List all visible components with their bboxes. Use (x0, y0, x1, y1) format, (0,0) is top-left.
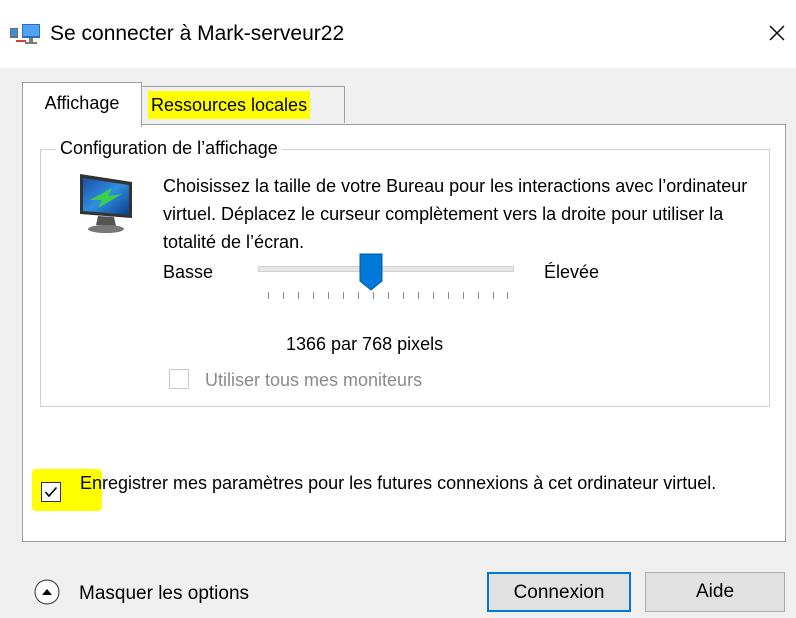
hide-options-toggle[interactable] (34, 579, 60, 605)
all-monitors-checkbox[interactable] (169, 369, 189, 389)
resolution-label: 1366 par 768 pixels (286, 334, 444, 354)
hide-options-label[interactable]: Masquer les options (79, 580, 249, 608)
connect-button[interactable]: Connexion (487, 572, 631, 612)
close-button[interactable] (760, 16, 794, 50)
monitor-icon (74, 170, 138, 236)
group-title: Configuration de l’affichage (56, 134, 282, 162)
window-title: Se connecter à Mark-serveur22 (50, 22, 345, 45)
save-settings-checkbox[interactable] (41, 482, 61, 502)
display-description: Choisissez la taille de votre Bureau pou… (163, 176, 748, 252)
remote-desktop-icon (10, 24, 42, 48)
tab-ressources-locales[interactable]: Ressources locales (141, 86, 345, 123)
chevron-up-icon (34, 579, 60, 605)
title-bar: Se connecter à Mark-serveur22 (0, 0, 796, 68)
tab-affichage[interactable]: Affichage (22, 82, 142, 127)
resolution-slider-track[interactable] (258, 266, 514, 272)
slider-low-label: Basse (163, 262, 214, 282)
checkmark-icon (44, 486, 58, 498)
close-icon (769, 25, 785, 41)
slider-ticks (268, 292, 508, 299)
save-settings-label: Enregistrer mes paramètres pour les futu… (80, 473, 717, 493)
resolution-slider-thumb[interactable] (359, 253, 383, 291)
tab-label: Affichage (44, 93, 120, 113)
slider-high-label: Élevée (544, 262, 600, 282)
tab-label: Ressources locales (148, 91, 311, 119)
all-monitors-label: Utiliser tous mes moniteurs (205, 370, 423, 390)
help-button[interactable]: Aide (645, 572, 785, 612)
